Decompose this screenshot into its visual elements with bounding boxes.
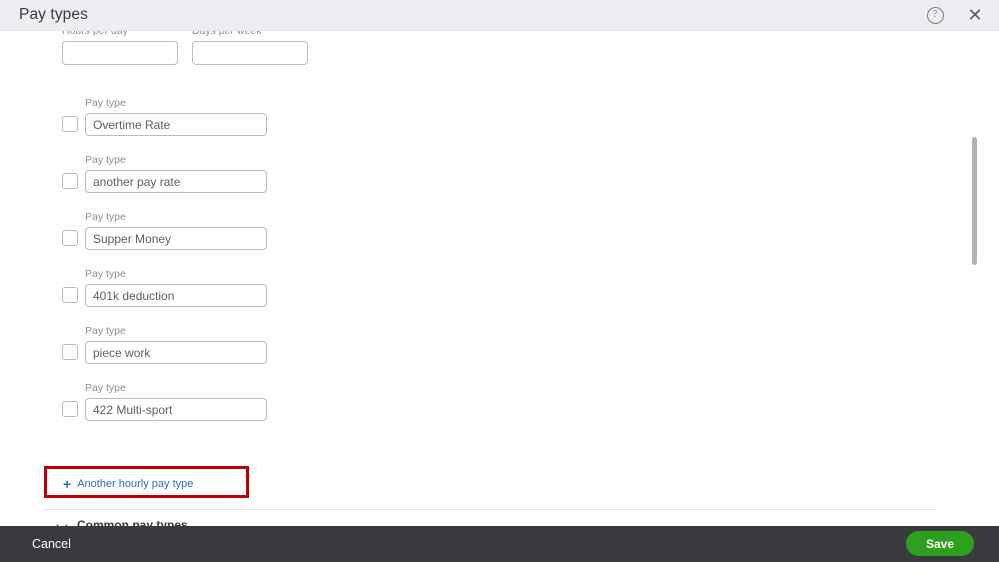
pay-type-label: Pay type — [85, 382, 126, 394]
pay-type-checkbox[interactable] — [62, 287, 78, 303]
pay-type-row: Pay type Overtime Rate — [0, 97, 978, 154]
pay-type-label: Pay type — [85, 268, 126, 280]
pay-type-row: Pay type another pay rate — [0, 154, 978, 211]
pay-type-label: Pay type — [85, 211, 126, 223]
header-actions: ? ✕ — [925, 5, 985, 25]
help-button[interactable]: ? — [925, 5, 945, 25]
save-button[interactable]: Save — [906, 531, 974, 556]
modal-header: Pay types ? ✕ — [0, 0, 999, 31]
pay-type-input[interactable]: 422 Multi-sport — [85, 398, 267, 421]
close-button[interactable]: ✕ — [965, 5, 985, 25]
section-divider — [43, 509, 937, 510]
plus-icon: + — [63, 476, 72, 492]
pay-type-input[interactable]: 401k deduction — [85, 284, 267, 307]
pay-type-input[interactable]: another pay rate — [85, 170, 267, 193]
pay-type-row: Pay type 422 Multi-sport — [0, 382, 978, 439]
pay-type-input[interactable]: piece work — [85, 341, 267, 364]
common-pay-types-toggle[interactable]: Common pay types — [57, 518, 188, 526]
pay-type-label: Pay type — [85, 154, 126, 166]
pay-type-input[interactable]: Overtime Rate — [85, 113, 267, 136]
help-circle-icon: ? — [926, 6, 944, 24]
days-per-week-input[interactable] — [192, 41, 308, 65]
add-pay-type-highlight: + Another hourly pay type — [44, 466, 249, 498]
pay-type-checkbox[interactable] — [62, 401, 78, 417]
scrollbar-thumb[interactable] — [972, 137, 977, 265]
pay-type-row: Pay type 401k deduction — [0, 268, 978, 325]
modal-footer: Cancel Save — [0, 526, 999, 562]
cancel-button[interactable]: Cancel — [32, 537, 71, 551]
pay-type-checkbox[interactable] — [62, 344, 78, 360]
pay-type-label: Pay type — [85, 325, 126, 337]
pay-type-list: Pay type Overtime Rate Pay type another … — [0, 97, 978, 439]
scrollbar-track[interactable] — [970, 31, 979, 526]
add-link-label: Another hourly pay type — [77, 478, 194, 490]
pay-types-modal: Pay types ? ✕ Hours per day Days per wee… — [0, 0, 999, 562]
pay-type-checkbox[interactable] — [62, 173, 78, 189]
hours-per-day-input[interactable] — [62, 41, 178, 65]
pay-type-label: Pay type — [85, 97, 126, 109]
scroll-content: Hours per day Days per week Pay type Ove… — [0, 31, 978, 526]
hours-per-day-label: Hours per day — [62, 31, 128, 37]
add-another-hourly-pay-type-link[interactable]: + Another hourly pay type — [63, 477, 193, 491]
pay-type-checkbox[interactable] — [62, 116, 78, 132]
modal-body: Hours per day Days per week Pay type Ove… — [0, 31, 999, 526]
days-per-week-label: Days per week — [192, 31, 262, 37]
page-title: Pay types — [19, 6, 88, 23]
hours-per-day-field: Hours per day — [62, 31, 178, 65]
common-pay-types-label: Common pay types — [77, 518, 188, 526]
days-per-week-field: Days per week — [192, 31, 308, 65]
pay-type-row: Pay type Supper Money — [0, 211, 978, 268]
pay-type-input[interactable]: Supper Money — [85, 227, 267, 250]
pay-type-row: Pay type piece work — [0, 325, 978, 382]
close-icon: ✕ — [967, 5, 983, 25]
pay-type-checkbox[interactable] — [62, 230, 78, 246]
